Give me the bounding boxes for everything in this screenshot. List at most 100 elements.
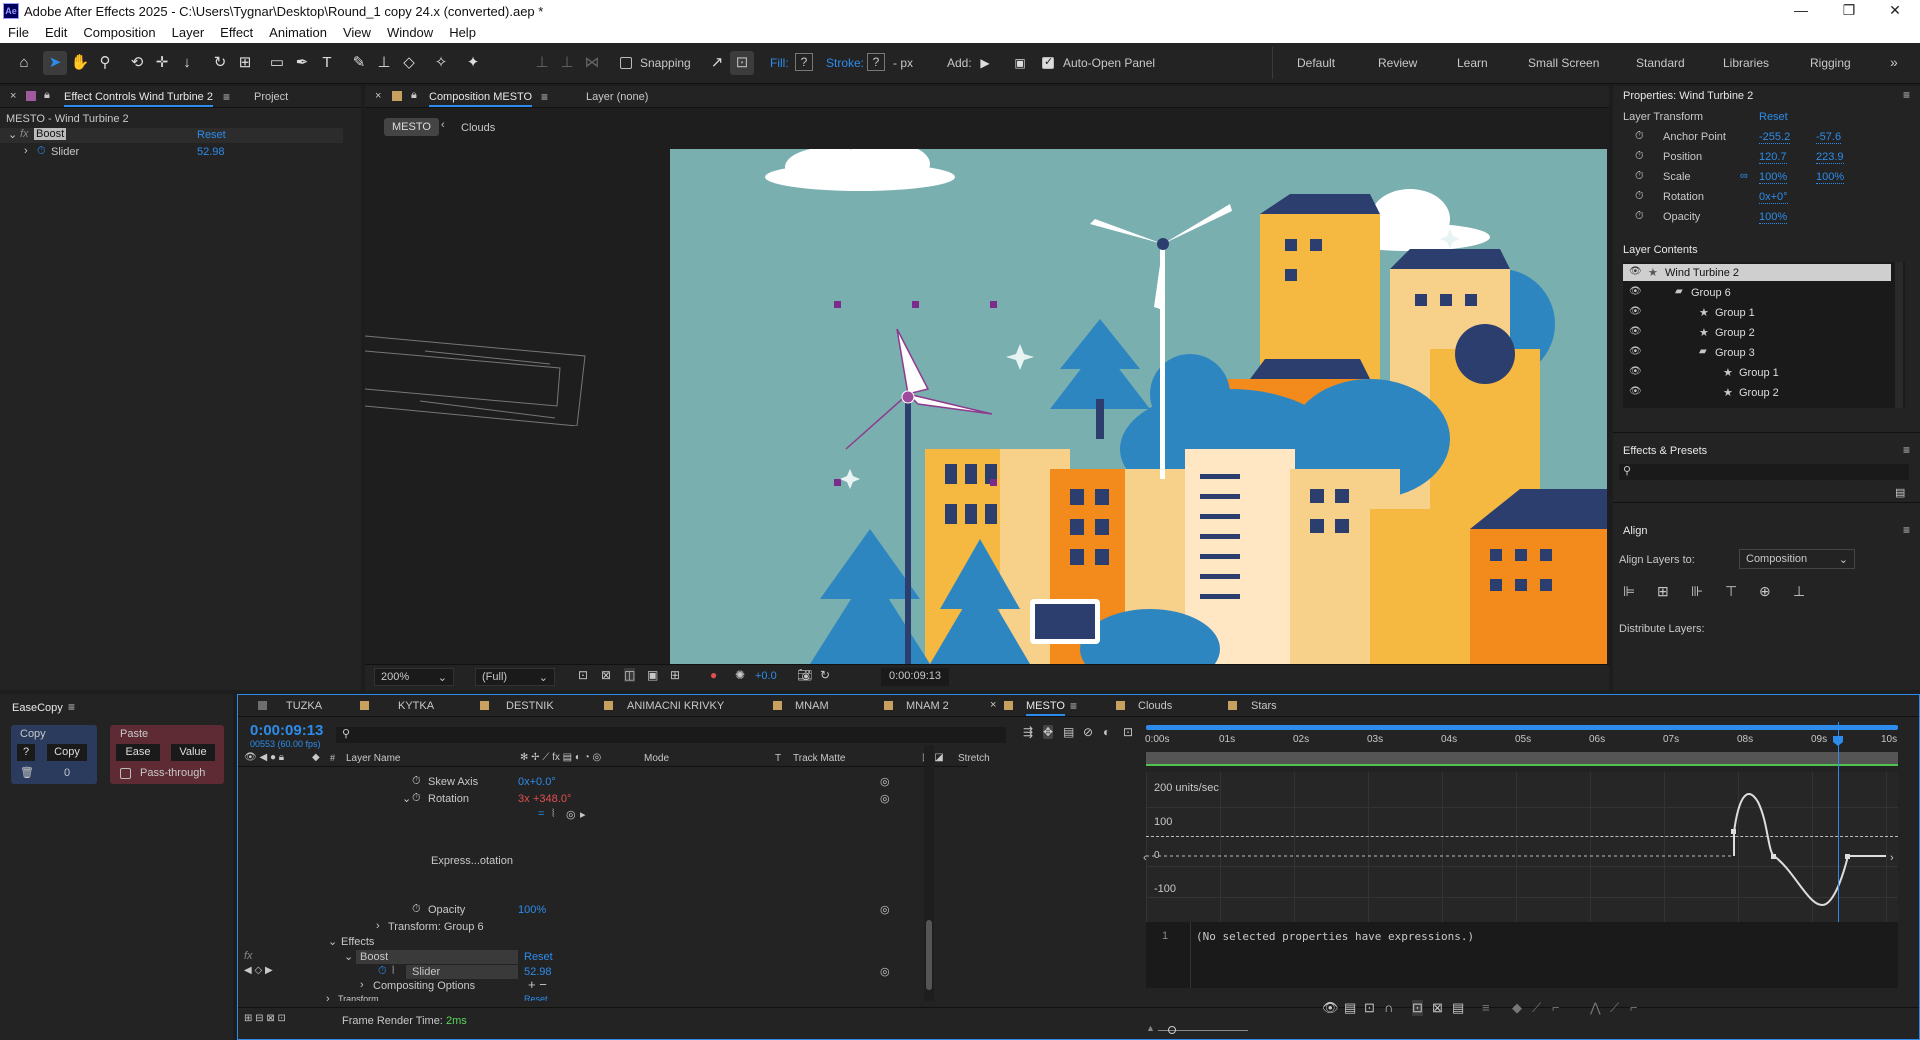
layer-scrollbar-thumb[interactable] [926, 920, 932, 990]
edit-keyframe-icon[interactable]: ≡ [1482, 1000, 1490, 1015]
tab-mesto[interactable]: MESTO [1026, 700, 1065, 716]
text-tool-icon[interactable]: T [315, 51, 339, 75]
rotation-degrees[interactable]: +348.0° [533, 793, 571, 805]
timeline-menu-icon[interactable]: ≡ [1070, 699, 1077, 713]
stopwatch-icon[interactable]: ⏱︎ [1635, 190, 1644, 203]
stopwatch-icon[interactable]: ⏱︎ [1635, 170, 1644, 183]
passthrough-checkbox[interactable] [120, 768, 131, 779]
rotation-value[interactable]: 0x+0° [1759, 191, 1788, 204]
viewer-timecode[interactable]: 0:00:09:13 [881, 668, 949, 686]
view-axis-icon[interactable]: ⋈ [580, 51, 604, 75]
tab-clouds[interactable]: Clouds [1138, 700, 1172, 712]
draft-3d-icon[interactable]: ✥ [1043, 725, 1054, 739]
menu-edit[interactable]: Edit [37, 22, 75, 43]
copy-button[interactable]: Copy [47, 744, 87, 761]
paste-value-button[interactable]: Value [171, 744, 215, 761]
anchor-tool-icon[interactable]: ⊞ [233, 51, 257, 75]
hand-tool-icon[interactable]: ✋ [68, 51, 92, 75]
opacity-value[interactable]: 100% [1759, 211, 1788, 224]
tab-tuzka[interactable]: TUZKA [286, 700, 322, 712]
stopwatch-icon[interactable]: ⏱︎ [37, 145, 46, 158]
orbit-tool-icon[interactable]: ⟲ [125, 51, 149, 75]
tab-destnik[interactable]: DESTNIK [506, 700, 554, 712]
stopwatch-icon[interactable]: ⏱︎ [1635, 210, 1644, 223]
align-top-icon[interactable]: ⊤ [1725, 583, 1737, 600]
collapse-effects-icon[interactable]: ⌄ [328, 935, 337, 948]
zoom-dropdown[interactable]: 200% ⌄ [374, 668, 454, 686]
frame-blending-icon[interactable]: ⊘ [1083, 725, 1093, 739]
mask-visibility-icon[interactable]: ◫ [624, 668, 636, 682]
align-right-icon[interactable]: ⊪ [1691, 583, 1703, 600]
add-remove-icon[interactable]: + − [528, 977, 547, 992]
skew-axis-value[interactable]: 0x+0.0° [518, 776, 556, 788]
tab-effect-controls[interactable]: Effect Controls Wind Turbine 2 [64, 91, 213, 107]
position-x[interactable]: 120.7 [1759, 151, 1787, 164]
copy-help-button[interactable]: ? [17, 744, 35, 761]
stroke-swatch[interactable]: ? [867, 53, 885, 71]
position-y[interactable]: 223.9 [1816, 151, 1844, 164]
keyframe-navigator-icon[interactable]: ◀ ◇ ▶ [244, 965, 273, 976]
expression-language-icon[interactable]: ▸ [580, 808, 586, 821]
collapse-boost-icon[interactable]: ⌄ [344, 950, 353, 963]
shy-icon[interactable]: ▤ [1063, 725, 1074, 739]
visibility-eye-icon[interactable]: 👁︎ [1629, 346, 1642, 357]
breadcrumb-clouds[interactable]: Clouds [461, 122, 495, 134]
fill-label[interactable]: Fill: [770, 56, 789, 70]
workspaces-more-icon[interactable]: » [1890, 54, 1898, 70]
eraser-tool-icon[interactable]: ◇ [397, 51, 421, 75]
timeline-footer-icons[interactable]: ⊞ ⊟ ⊠ ⊡ [244, 1013, 286, 1024]
pickwhip-icon[interactable]: ◎ [880, 965, 890, 978]
region-of-interest-icon[interactable]: ⊡ [578, 668, 588, 682]
pan-tool-icon[interactable]: ✛ [150, 51, 174, 75]
visibility-eye-icon[interactable]: 👁︎ [1629, 366, 1642, 377]
rectangle-tool-icon[interactable]: ▭ [265, 51, 289, 75]
linear-keyframe-icon[interactable]: ⟋ [1532, 1000, 1541, 1016]
color-channels-icon[interactable]: ● [710, 668, 717, 682]
show-snapshot-icon[interactable]: ↻ [820, 668, 830, 682]
align-left-icon[interactable]: ⊫ [1623, 583, 1635, 600]
transform-reset-link[interactable]: Reset [1759, 111, 1788, 123]
menu-effect[interactable]: Effect [212, 22, 261, 43]
easy-ease-out-icon[interactable]: ⌐ [1630, 1000, 1638, 1015]
snap-icon[interactable]: ∩ [1384, 1000, 1393, 1015]
roto-brush-icon[interactable]: ✧ [429, 51, 453, 75]
menu-layer[interactable]: Layer [164, 22, 213, 43]
stopwatch-icon[interactable]: ⏱︎ [412, 792, 421, 805]
hold-keyframe-icon[interactable]: ◆ [1512, 1000, 1522, 1016]
comp-lock-icon[interactable]: 🔒︎ [411, 89, 417, 102]
workspace-rigging[interactable]: Rigging [1810, 56, 1851, 70]
layer-search-input[interactable] [336, 727, 1006, 743]
effects-search-input[interactable] [1619, 464, 1909, 480]
expression-editor[interactable]: 1 (No selected properties have expressio… [1146, 922, 1898, 988]
workspace-small-screen[interactable]: Small Screen [1528, 56, 1599, 70]
easy-ease-icon[interactable]: ⋀ [1590, 1000, 1601, 1016]
graph-editor[interactable]: 200 units/sec 100 0 -100 ‹ › [1143, 722, 1898, 922]
pickwhip-icon[interactable]: ◎ [880, 903, 890, 916]
timeline-nav-bar[interactable] [1146, 752, 1898, 764]
graph-type-icon[interactable]: ▤ [1344, 1000, 1356, 1016]
stopwatch-icon[interactable]: ⏱︎ [412, 903, 421, 916]
tab-stars[interactable]: Stars [1251, 700, 1277, 712]
menu-help[interactable]: Help [441, 22, 484, 43]
expand-transform-icon[interactable]: › [376, 920, 380, 932]
selection-tool-icon[interactable]: ➤ [43, 51, 67, 75]
visibility-eye-icon[interactable]: 👁︎ [1629, 386, 1642, 397]
fx-icon[interactable]: fx [20, 128, 29, 140]
align-horizontal-center-icon[interactable]: ⊞ [1657, 583, 1669, 600]
time-ruler[interactable]: 0:00s 01s 02s 03s 04s 05s 06s 07s 08s 09… [1145, 722, 1898, 770]
stroke-label[interactable]: Stroke: [826, 56, 864, 70]
close-tab-icon[interactable]: × [990, 699, 996, 711]
fx-icon[interactable]: fx [244, 950, 253, 962]
mask-icon[interactable]: ▣ [1008, 51, 1032, 75]
stopwatch-icon[interactable]: ⏱︎ [378, 965, 387, 978]
trash-icon[interactable]: 🗑︎ [20, 766, 34, 779]
close-tab-icon[interactable]: × [10, 90, 16, 102]
guides-icon[interactable]: ▣ [647, 668, 658, 682]
fit-selection-icon[interactable]: ⊡ [1412, 1000, 1423, 1016]
show-properties-icon[interactable]: 👁︎ [1322, 1000, 1339, 1016]
zoom-out-icon[interactable]: ▲ [1146, 1023, 1155, 1033]
graph-editor-icon[interactable]: ⊡ [1123, 725, 1133, 739]
tab-animacni-krivky[interactable]: ANIMACNI KRIVKY [627, 700, 724, 712]
transform-box-icon[interactable]: ⊡ [1364, 1000, 1375, 1016]
zoom-slider-thumb[interactable] [1168, 1026, 1176, 1034]
